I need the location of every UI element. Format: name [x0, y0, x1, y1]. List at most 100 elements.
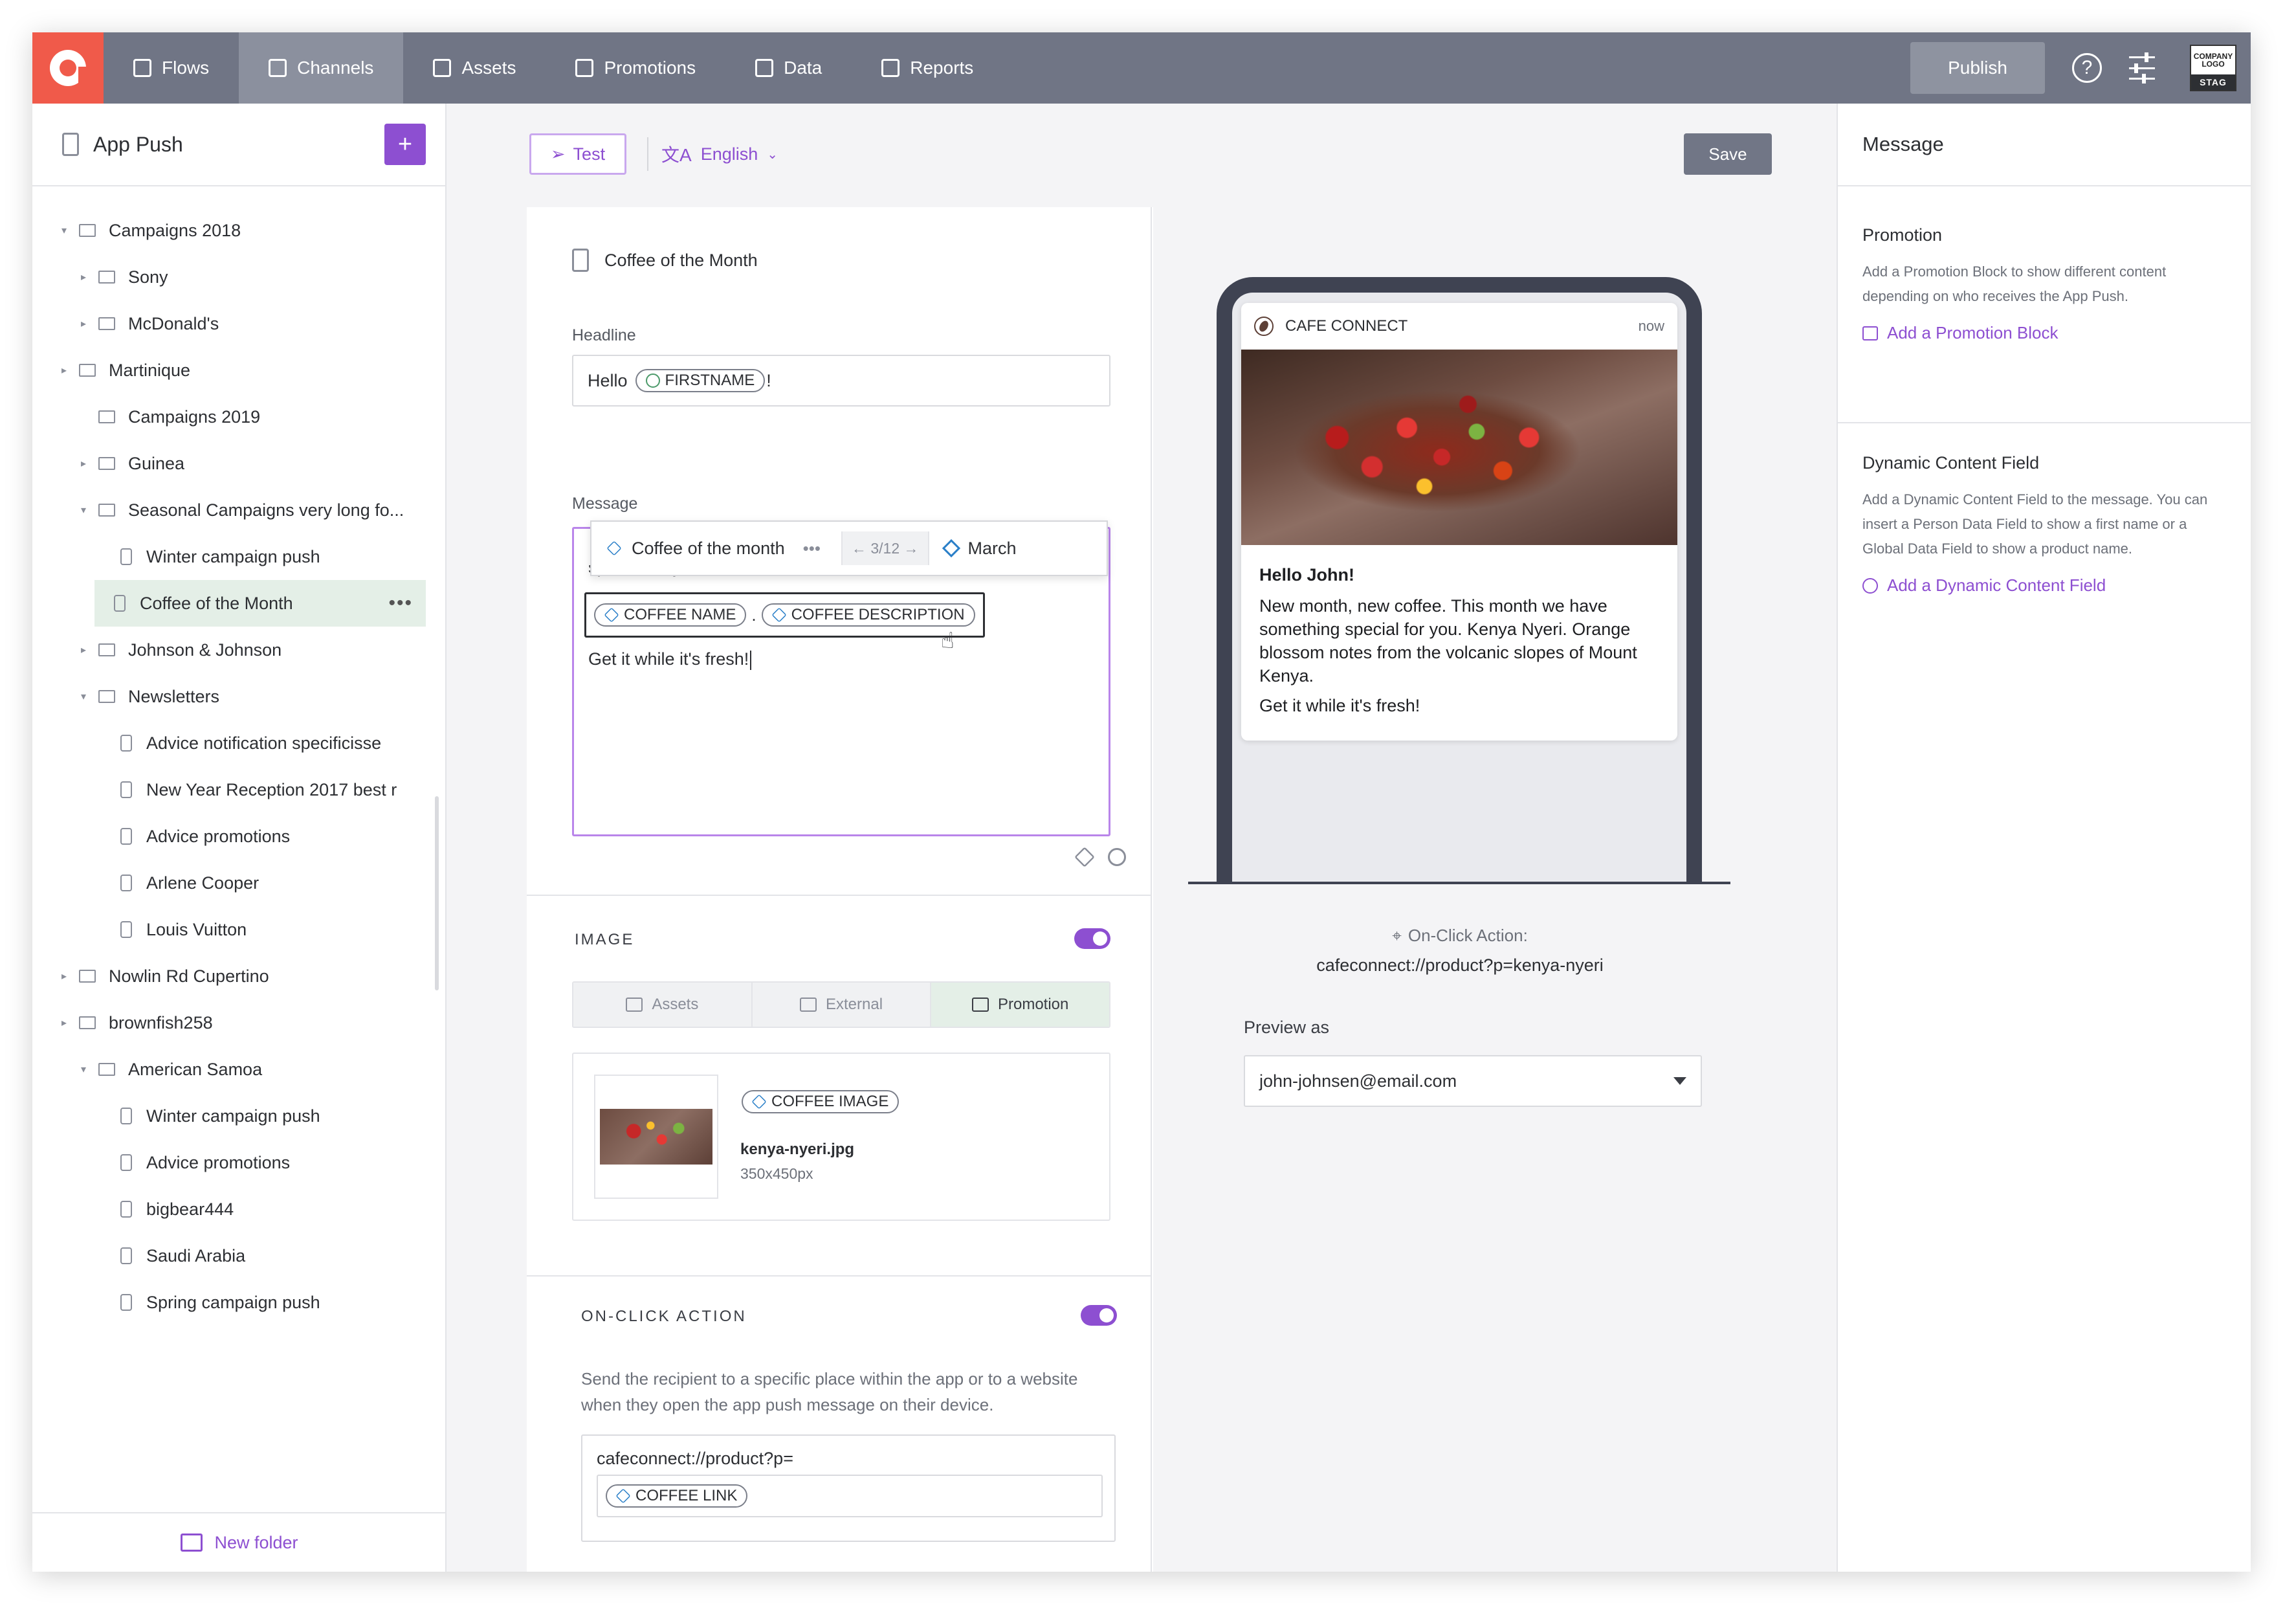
tab-assets[interactable]: Assets: [573, 983, 753, 1027]
url-token-field[interactable]: COFFEE LINK: [597, 1475, 1103, 1517]
tree-message[interactable]: New Year Reception 2017 best r: [32, 766, 447, 813]
chevron-right-icon[interactable]: ▸: [78, 317, 89, 330]
insert-dynamic-field-icon[interactable]: [1108, 848, 1126, 866]
nav-item-data[interactable]: Data: [725, 32, 852, 104]
save-button[interactable]: Save: [1684, 133, 1772, 175]
phone-mockup: CAFE CONNECT now Hello John! New month, …: [1217, 277, 1702, 882]
coffee-link-token[interactable]: COFFEE LINK: [606, 1484, 748, 1508]
tree-item-label: Winter campaign push: [146, 546, 320, 566]
chevron-down-icon[interactable]: ▾: [58, 224, 70, 237]
preview-pane: CAFE CONNECT now Hello John! New month, …: [1152, 207, 1800, 1572]
tree-message[interactable]: Advice promotions: [32, 1139, 447, 1186]
nav-item-flows[interactable]: Flows: [104, 32, 239, 104]
language-dropdown[interactable]: 文A English ⌄: [661, 133, 778, 175]
add-dynamic-field-link[interactable]: Add a Dynamic Content Field: [1862, 575, 2231, 596]
tree-folder[interactable]: ▸ Nowlin Rd Cupertino: [32, 953, 447, 999]
new-folder-icon: [181, 1533, 203, 1552]
chevron-right-icon[interactable]: ▸: [58, 970, 70, 983]
more-options-icon[interactable]: •••: [388, 592, 413, 614]
tree-folder[interactable]: Campaigns 2019: [32, 394, 447, 440]
sidebar-scrollbar[interactable]: [435, 796, 439, 990]
tree-message[interactable]: Winter campaign push: [32, 533, 447, 580]
insert-promotion-icon[interactable]: [1074, 847, 1095, 867]
chevron-right-icon[interactable]: ▸: [78, 643, 89, 656]
nav-item-label: Channels: [297, 58, 374, 78]
preview-as-select[interactable]: john-johnsen@email.com: [1244, 1055, 1702, 1107]
chevron-down-icon[interactable]: ▾: [78, 1063, 89, 1076]
chevron-down-icon[interactable]: ▾: [78, 690, 89, 703]
nav-item-label: Data: [784, 58, 822, 78]
tab-promotion[interactable]: Promotion: [931, 983, 1109, 1027]
nav-item-promotions[interactable]: Promotions: [546, 32, 725, 104]
tree-message[interactable]: bigbear444: [32, 1186, 447, 1232]
promotion-block[interactable]: COFFEE NAME . COFFEE DESCRIPTION: [584, 592, 985, 638]
tree-folder[interactable]: ▸ Johnson & Johnson: [32, 627, 447, 673]
environment-badge: STAG: [2191, 74, 2235, 90]
tree-folder[interactable]: ▸ Martinique: [32, 347, 447, 394]
tree-folder[interactable]: ▸ Sony: [32, 254, 447, 300]
promotion-help-description: Add a Promotion Block to show different …: [1862, 263, 2167, 304]
onclick-toggle[interactable]: [1081, 1305, 1117, 1326]
company-logo[interactable]: COMPANY LOGO STAG: [2190, 45, 2236, 91]
message-last-line: Get it while it's fresh!: [588, 649, 752, 670]
tree-message[interactable]: Spring campaign push: [32, 1279, 447, 1326]
app-push-icon: [114, 595, 126, 612]
tree-message[interactable]: Arlene Cooper: [32, 860, 447, 906]
chevron-right-icon[interactable]: ▸: [78, 457, 89, 470]
coffee-description-token[interactable]: COFFEE DESCRIPTION: [761, 603, 975, 627]
tree-folder[interactable]: ▾ Newsletters: [32, 673, 447, 720]
tree-folder[interactable]: ▸ McDonald's: [32, 300, 447, 347]
app-logo[interactable]: [32, 32, 104, 104]
variant-pager[interactable]: ← 3/12 →: [841, 531, 929, 565]
tree-folder[interactable]: ▾ American Samoa: [32, 1046, 447, 1093]
chevron-right-icon[interactable]: ▸: [58, 1016, 70, 1029]
tree-message[interactable]: Saudi Arabia: [32, 1232, 447, 1279]
tree-folder[interactable]: ▾ Campaigns 2018: [32, 207, 447, 254]
variant-selector[interactable]: March: [929, 522, 1032, 575]
message-label: Message: [572, 495, 638, 513]
tree-message[interactable]: Winter campaign push: [32, 1093, 447, 1139]
tree-message[interactable]: Louis Vuitton: [32, 906, 447, 953]
help-icon[interactable]: ?: [2072, 53, 2102, 83]
chevron-down-icon[interactable]: ▾: [78, 504, 89, 517]
tree-folder[interactable]: ▾ Seasonal Campaigns very long fo...: [32, 487, 447, 533]
test-button[interactable]: ➢ Test: [529, 133, 626, 175]
image-toggle[interactable]: [1074, 928, 1110, 949]
tree-message[interactable]: Coffee of the Month •••: [94, 580, 426, 627]
tree-folder[interactable]: ▸ Guinea: [32, 440, 447, 487]
notification-text: New month, new coffee. This month we hav…: [1259, 596, 1637, 686]
headline-input[interactable]: Hello FIRSTNAME !: [572, 355, 1110, 407]
coffee-name-token[interactable]: COFFEE NAME: [594, 603, 747, 627]
new-folder-button[interactable]: New folder: [32, 1512, 447, 1572]
tree-item-label: Advice promotions: [146, 826, 291, 846]
coffee-image-token[interactable]: COFFEE IMAGE: [742, 1090, 900, 1113]
coffee-image-label: COFFEE IMAGE: [771, 1093, 889, 1110]
headline-prefix: Hello: [588, 370, 628, 390]
chevron-right-icon[interactable]: ▸: [58, 364, 70, 377]
folder-icon: [98, 643, 115, 656]
tree-item-label: Nowlin Rd Cupertino: [109, 966, 269, 986]
onclick-url-input[interactable]: cafeconnect://product?p= COFFEE LINK: [581, 1434, 1116, 1542]
publish-button[interactable]: Publish: [1910, 42, 2045, 94]
promotion-selector[interactable]: Coffee of the month •••: [591, 522, 836, 575]
nav-item-reports[interactable]: Reports: [852, 32, 1003, 104]
nav-item-assets[interactable]: Assets: [403, 32, 546, 104]
nav-item-channels[interactable]: Channels: [239, 32, 404, 104]
tree-item-label: Spring campaign push: [146, 1292, 320, 1312]
app-push-icon: [120, 875, 132, 891]
chevron-right-icon[interactable]: ▸: [78, 271, 89, 284]
settings-sliders-icon[interactable]: [2129, 52, 2155, 84]
promotion-more-icon[interactable]: •••: [803, 539, 821, 559]
coffee-thumbnail: [600, 1109, 712, 1165]
add-message-button[interactable]: +: [384, 124, 426, 165]
logo-mark-icon: [50, 50, 86, 86]
tree-message[interactable]: Advice notification specificisse: [32, 720, 447, 766]
text-cursor: [750, 650, 752, 670]
image-thumbnail-frame[interactable]: [594, 1075, 718, 1199]
tab-external[interactable]: External: [752, 983, 932, 1027]
tree-message[interactable]: Advice promotions: [32, 813, 447, 860]
message-header: Coffee of the Month: [572, 249, 758, 272]
add-promotion-block-link[interactable]: Add a Promotion Block: [1862, 323, 2231, 343]
firstname-token[interactable]: FIRSTNAME: [635, 369, 766, 392]
tree-folder[interactable]: ▸ brownfish258: [32, 999, 447, 1046]
